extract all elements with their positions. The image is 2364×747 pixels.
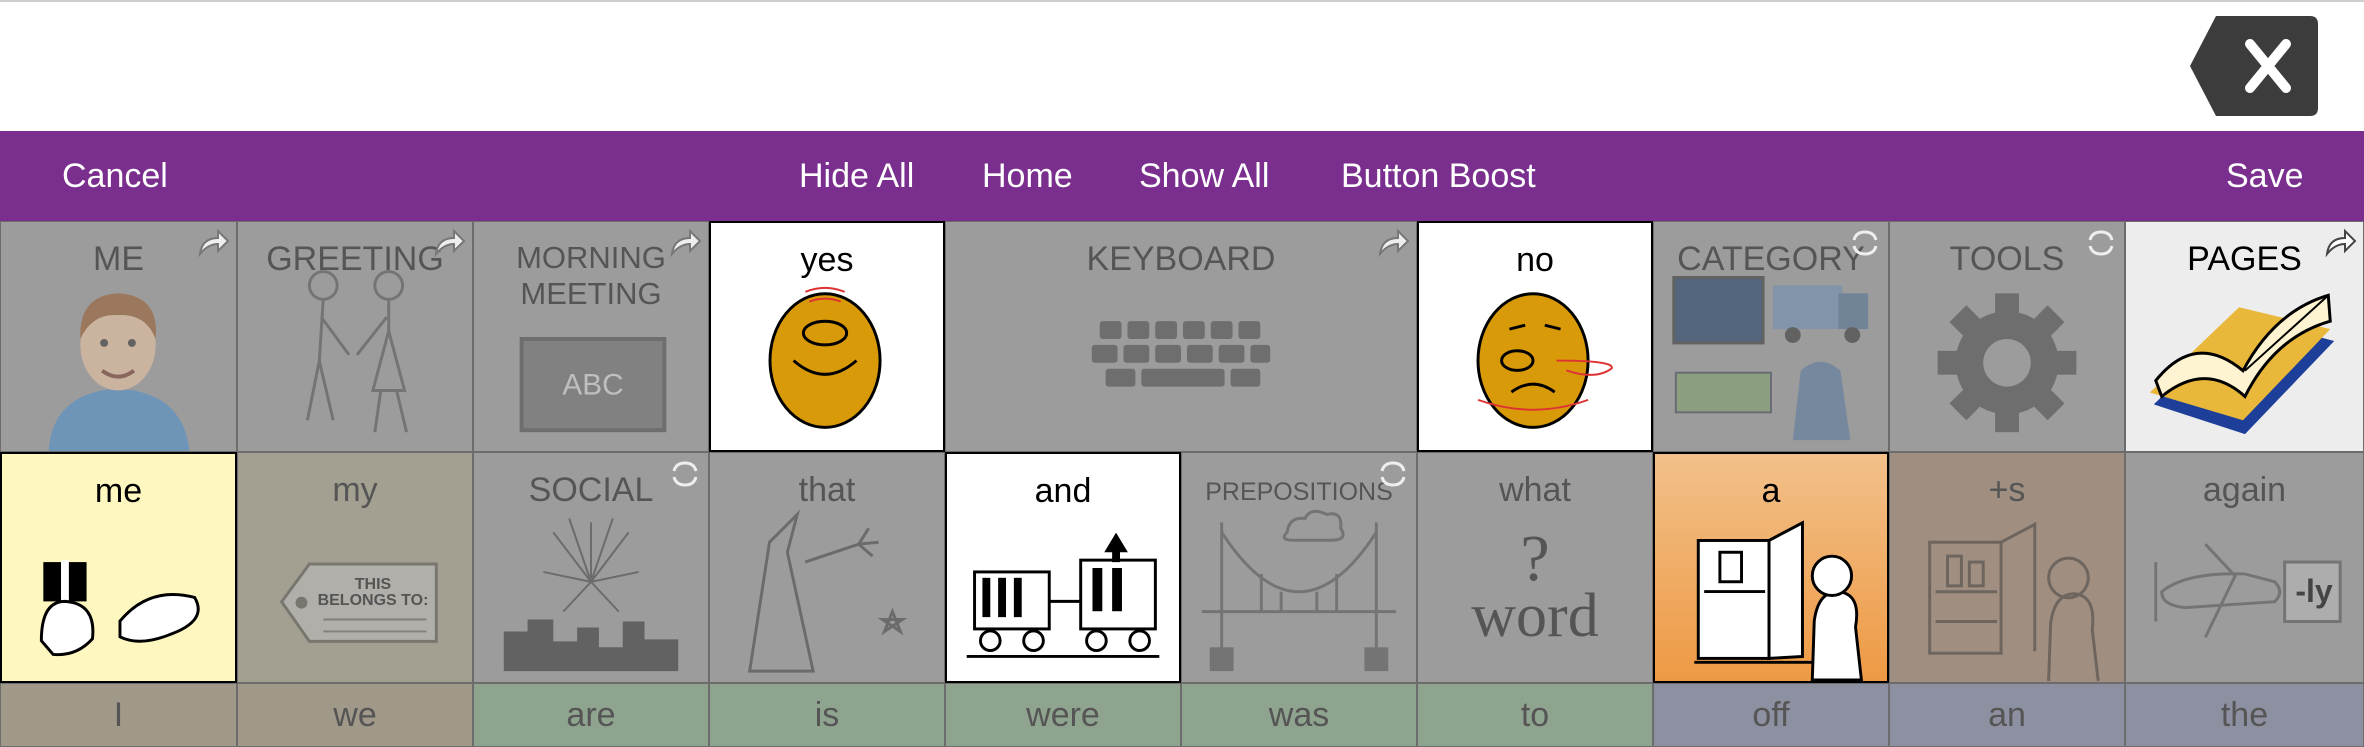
grid-button-what[interactable]: what ? word — [1417, 452, 1653, 683]
grid-button-an[interactable]: an — [1889, 683, 2125, 747]
clear-message-button[interactable] — [2188, 8, 2326, 124]
link-loop-icon — [1380, 461, 1406, 487]
link-loop-icon — [2088, 230, 2114, 256]
show-all-button[interactable]: Show All — [1139, 131, 1269, 221]
grid-button-label: the — [2220, 696, 2269, 734]
svg-text:ABC: ABC — [562, 368, 623, 401]
grid-button-label: no — [1516, 241, 1554, 279]
grid-button-are[interactable]: are — [473, 683, 709, 747]
link-arrow-icon — [434, 228, 466, 258]
link-arrow-icon — [1378, 228, 1410, 258]
grid-button-label: is — [814, 696, 840, 734]
grid-button-category-folder[interactable]: CATEGORY — [1653, 221, 1889, 452]
tag-text: THIS BELONGS TO: — [317, 576, 429, 609]
grid-button-label: to — [1520, 696, 1550, 734]
grid-button-were[interactable]: were — [945, 683, 1181, 747]
grid-button-prepositions-folder[interactable]: PREPOSITIONS — [1181, 452, 1417, 683]
grid-button-label: was — [1268, 696, 1330, 734]
grid-button-label: my — [332, 471, 378, 509]
word-symbol: word — [1471, 582, 1599, 650]
home-button[interactable]: Home — [982, 131, 1073, 221]
button-boost-button[interactable]: Button Boost — [1341, 131, 1536, 221]
grid-button-i[interactable]: I — [0, 683, 237, 747]
grid-button-label: yes — [800, 241, 854, 279]
grid-button-the[interactable]: the — [2125, 683, 2364, 747]
grid-button-pages-folder[interactable]: PAGES — [2125, 221, 2364, 452]
grid-button-my[interactable]: my THIS BELONGS TO: — [237, 452, 473, 683]
grid-button-label: that — [798, 471, 856, 509]
grid-button-label: again — [2202, 471, 2287, 509]
grid-button-no[interactable]: no — [1417, 221, 1653, 452]
grid-button-was[interactable]: was — [1181, 683, 1417, 747]
grid-button-we[interactable]: we — [237, 683, 473, 747]
suffix-symbol: -ly — [2295, 573, 2333, 609]
link-loop-icon — [1852, 230, 1878, 256]
hide-all-button[interactable]: Hide All — [799, 131, 914, 221]
grid-button-and[interactable]: and — [945, 452, 1181, 683]
grid-button-label: +s — [1988, 471, 2026, 509]
grid-button-plus-s[interactable]: +s — [1889, 452, 2125, 683]
grid-button-off[interactable]: off — [1653, 683, 1889, 747]
grid-button-greeting-folder[interactable]: GREETING — [237, 221, 473, 452]
cancel-button[interactable]: Cancel — [62, 131, 168, 221]
grid-button-label: me — [94, 472, 143, 510]
grid-button-label: what — [1499, 471, 1571, 509]
grid-button-that[interactable]: that — [709, 452, 945, 683]
grid-button-is[interactable]: is — [709, 683, 945, 747]
grid-button-keyboard-folder[interactable]: KEYBOARD — [945, 221, 1417, 452]
grid-button-social-folder[interactable]: SOCIAL — [473, 452, 709, 683]
grid-button-label: KEYBOARD — [1086, 240, 1276, 278]
grid-button-label: I — [113, 696, 124, 734]
message-bar[interactable] — [0, 0, 2364, 131]
grid-button-me-folder[interactable]: ME — [0, 221, 237, 452]
button-grid: ME GREETING ABC MORNING MEETING yes KEYB… — [0, 221, 2364, 747]
link-arrow-icon — [198, 228, 230, 258]
grid-button-morning-meeting-folder[interactable]: ABC MORNING MEETING — [473, 221, 709, 452]
grid-button-label: are — [566, 696, 616, 734]
grid-button-label: were — [1026, 696, 1100, 734]
grid-button-label: a — [1761, 472, 1781, 510]
grid-button-tools-folder[interactable]: TOOLS — [1889, 221, 2125, 452]
grid-button-label: we — [333, 696, 377, 734]
link-arrow-icon — [670, 228, 702, 258]
grid-button-me[interactable]: me — [0, 452, 237, 683]
grid-button-yes[interactable]: yes — [709, 221, 945, 452]
grid-button-a[interactable]: a — [1653, 452, 1889, 683]
backspace-icon — [2190, 16, 2318, 116]
grid-button-again[interactable]: again -ly — [2125, 452, 2364, 683]
grid-button-label: and — [1034, 472, 1092, 510]
grid-button-to[interactable]: to — [1417, 683, 1653, 747]
save-button[interactable]: Save — [2226, 131, 2304, 221]
grid-button-label: an — [1988, 696, 2026, 734]
grid-button-label: off — [1752, 696, 1790, 734]
link-arrow-icon — [2325, 228, 2357, 258]
edit-toolbar: Cancel Hide All Home Show All Button Boo… — [0, 131, 2364, 221]
link-loop-icon — [672, 461, 698, 487]
